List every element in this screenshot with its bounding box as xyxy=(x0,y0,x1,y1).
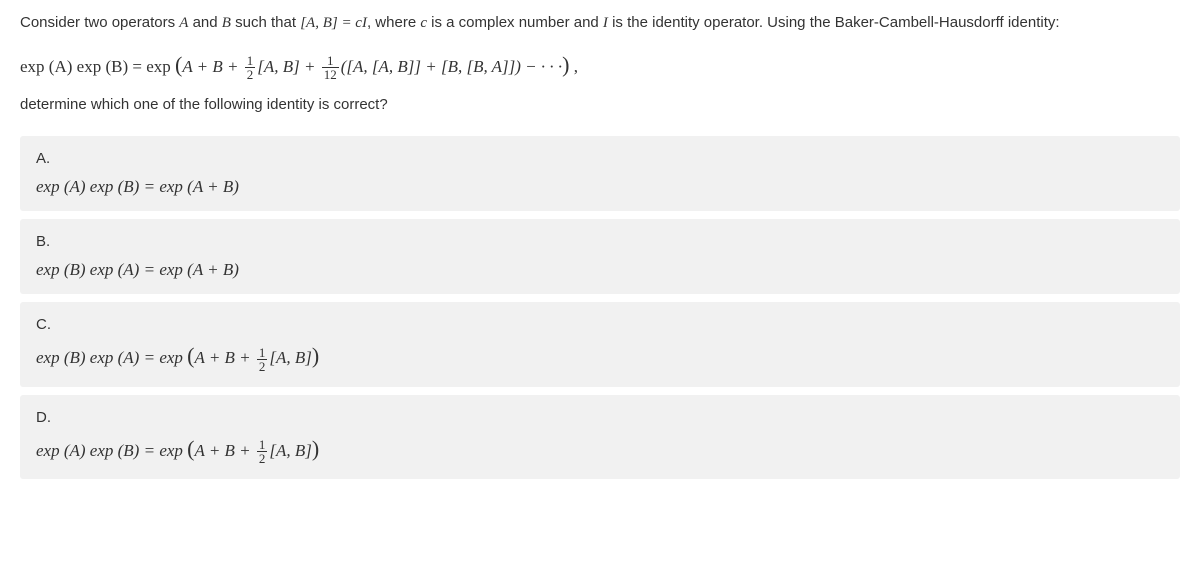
option-b-label: B. xyxy=(36,233,1164,250)
formula-term1: A + B + xyxy=(182,57,242,76)
intro-text-5: is a complex number and xyxy=(427,14,603,31)
formula-term3: ([A, [A, B]] + [B, [B, A]]) − · · · xyxy=(341,57,562,76)
question-intro: Consider two operators A and B such that… xyxy=(20,12,1180,35)
option-a-formula: exp (A) exp (B) = exp (A + B) xyxy=(36,177,239,196)
intro-text-4: , where xyxy=(367,14,420,31)
var-c: c xyxy=(420,15,427,31)
option-b-formula: exp (B) exp (A) = exp (A + B) xyxy=(36,260,239,279)
option-a[interactable]: A. exp (A) exp (B) = exp (A + B) xyxy=(20,136,1180,211)
intro-text-2: and xyxy=(188,14,221,31)
formula-lhs: exp (A) exp (B) = exp xyxy=(20,57,175,76)
frac-half: 12 xyxy=(245,54,256,81)
option-c[interactable]: C. exp (B) exp (A) = exp (A + B + 12[A, … xyxy=(20,302,1180,387)
option-b[interactable]: B. exp (B) exp (A) = exp (A + B) xyxy=(20,219,1180,294)
formula-term2: [A, B] + xyxy=(257,57,319,76)
option-c-label: C. xyxy=(36,316,1164,333)
commutator: [A, B] = cI xyxy=(300,15,367,31)
frac-half-c: 12 xyxy=(257,346,268,373)
option-d[interactable]: D. exp (A) exp (B) = exp (A + B + 12[A, … xyxy=(20,395,1180,480)
formula-tail: , xyxy=(569,57,578,76)
frac-twelfth: 112 xyxy=(322,54,339,81)
frac-half-d: 12 xyxy=(257,438,268,465)
option-c-formula: exp (B) exp (A) = exp (A + B + 12[A, B]) xyxy=(36,348,319,367)
option-a-label: A. xyxy=(36,150,1164,167)
intro-text-6: is the identity operator. Using the Bake… xyxy=(608,14,1060,31)
main-formula: exp (A) exp (B) = exp (A + B + 12[A, B] … xyxy=(20,47,1180,82)
intro-text-3: such that xyxy=(231,14,300,31)
question-ask: determine which one of the following ide… xyxy=(20,94,1180,117)
option-d-formula: exp (A) exp (B) = exp (A + B + 12[A, B]) xyxy=(36,441,319,460)
intro-text-1: Consider two operators xyxy=(20,14,179,31)
var-B: B xyxy=(222,15,231,31)
option-d-label: D. xyxy=(36,409,1164,426)
